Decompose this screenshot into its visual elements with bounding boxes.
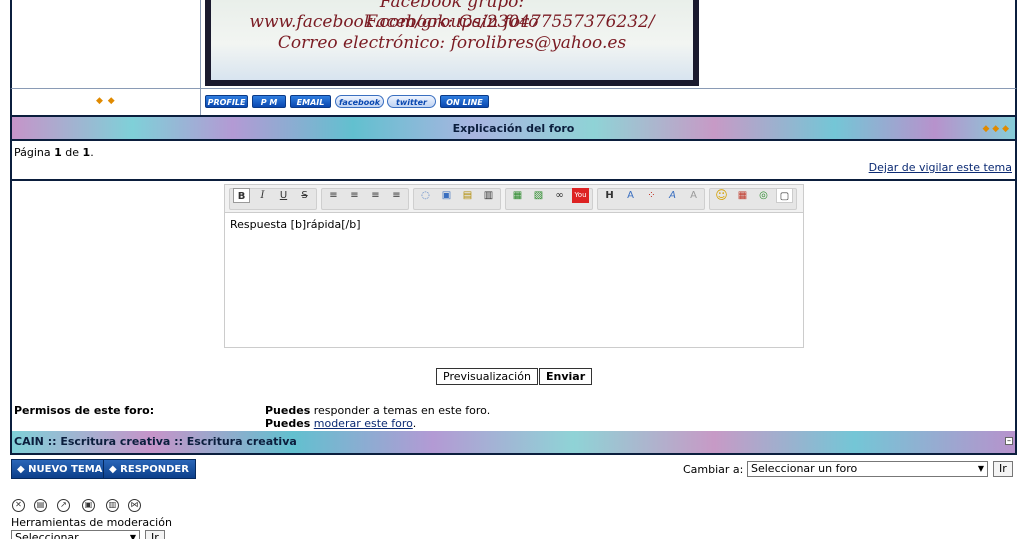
pagination-row: Página 1 de 1. Dejar de vigilar este tem… [10, 141, 1017, 179]
permissions-label: Permisos de este foro: [14, 404, 155, 417]
heading-button[interactable]: H [601, 188, 618, 203]
signature-banner: Facebook grupo: www.facebook.com/groups/… [205, 0, 699, 86]
trash-icon[interactable]: ▤ [34, 499, 47, 512]
font-size-icon[interactable]: A [622, 188, 639, 203]
breadcrumb[interactable]: CAIN :: Escritura creativa :: Escritura … [14, 435, 297, 448]
font-icon[interactable]: A [664, 188, 681, 203]
topic-title-bar: Explicación del foro ◆ ◆ ◆ [10, 115, 1017, 141]
change-forum-label: Cambiar a: [683, 463, 744, 476]
align-center-icon[interactable]: ≡ [346, 188, 363, 203]
pagination-text: Página 1 de 1. [14, 146, 94, 159]
unwatch-topic-link[interactable]: Dejar de vigilar este tema [869, 161, 1012, 174]
signature-line-2: Facebook: Cain foro [365, 12, 539, 32]
justify-icon[interactable]: ≡ [388, 188, 405, 203]
italic-button[interactable]: I [254, 188, 271, 203]
twitter-button[interactable]: twitter [387, 95, 436, 108]
facebook-button[interactable]: facebook [335, 95, 384, 108]
move-topic-icon[interactable]: ↗ [57, 499, 70, 512]
bold-button[interactable]: B [233, 188, 250, 203]
delete-topic-icon[interactable]: ✕ [12, 499, 25, 512]
email-button[interactable]: EMAIL [290, 95, 331, 108]
align-right-icon[interactable]: ≡ [367, 188, 384, 203]
post-footer-row [10, 89, 1017, 116]
code-icon[interactable]: ▣ [438, 188, 455, 203]
align-left-icon[interactable]: ≡ [325, 188, 342, 203]
reply-textarea[interactable]: Respuesta [b]rápida[/b] [224, 212, 804, 348]
navigation-arrows-icon[interactable]: ◆ ◆ ◆ [983, 124, 1010, 134]
hide-icon[interactable]: ▥ [480, 188, 497, 203]
date-icon[interactable]: ▦ [734, 188, 751, 203]
forum-go-button[interactable]: Ir [993, 461, 1013, 477]
moderate-forum-link[interactable]: moderar este foro [314, 417, 413, 430]
online-status-button[interactable]: ON LINE [440, 95, 489, 108]
send-button[interactable]: Enviar [539, 368, 593, 385]
underline-button[interactable]: U [275, 188, 292, 203]
permissions-list: Puedes responder a temas en este foro. P… [265, 404, 491, 430]
youtube-icon[interactable]: You [572, 188, 589, 203]
moderation-select[interactable]: Seleccionar ▼ [11, 530, 140, 539]
lock-topic-icon[interactable]: ▣ [82, 499, 95, 512]
preview-button[interactable]: Previsualización [436, 368, 538, 385]
preview-icon[interactable]: ◎ [755, 188, 772, 203]
reply-button[interactable]: ◆ RESPONDER [103, 459, 196, 479]
image-icon[interactable]: ▦ [509, 188, 526, 203]
pm-button[interactable]: P M [252, 95, 286, 108]
quote-icon[interactable]: ◌ [417, 188, 434, 203]
host-image-icon[interactable]: ▧ [530, 188, 547, 203]
spoiler-icon[interactable]: ▤ [459, 188, 476, 203]
smiley-icon[interactable]: ☺ [713, 188, 730, 203]
source-mode-icon[interactable]: ▢ [776, 188, 793, 203]
link-icon[interactable]: ∞ [551, 188, 568, 203]
profile-button[interactable]: PROFILE [205, 95, 248, 108]
scroll-arrows-icon[interactable]: ◆ ◆ [96, 96, 116, 106]
topic-title: Explicación del foro [452, 122, 575, 135]
new-topic-button[interactable]: ◆ NUEVO TEMA [11, 459, 110, 479]
moderation-go-button[interactable]: Ir [145, 530, 165, 539]
collapse-icon[interactable]: – [1005, 437, 1013, 445]
color-icon[interactable]: ⁘ [643, 188, 660, 203]
split-topic-icon[interactable]: ▥ [106, 499, 119, 512]
forum-select[interactable]: Seleccionar un foro ▼ [747, 461, 988, 477]
signature-line-3: Correo electrónico: forolibres@yahoo.es [277, 33, 627, 53]
remove-format-icon[interactable]: A [685, 188, 702, 203]
editor-toolbar: B I U S ≡ ≡ ≡ ≡ ◌ ▣ ▤ ▥ ▦ ▧ ∞ You H A ⁘ … [224, 184, 804, 212]
strike-button[interactable]: S [296, 188, 313, 203]
merge-topic-icon[interactable]: ⋈ [128, 499, 141, 512]
moderation-tools-label: Herramientas de moderación [11, 516, 172, 529]
breadcrumb-bar: CAIN :: Escritura creativa :: Escritura … [10, 431, 1017, 455]
